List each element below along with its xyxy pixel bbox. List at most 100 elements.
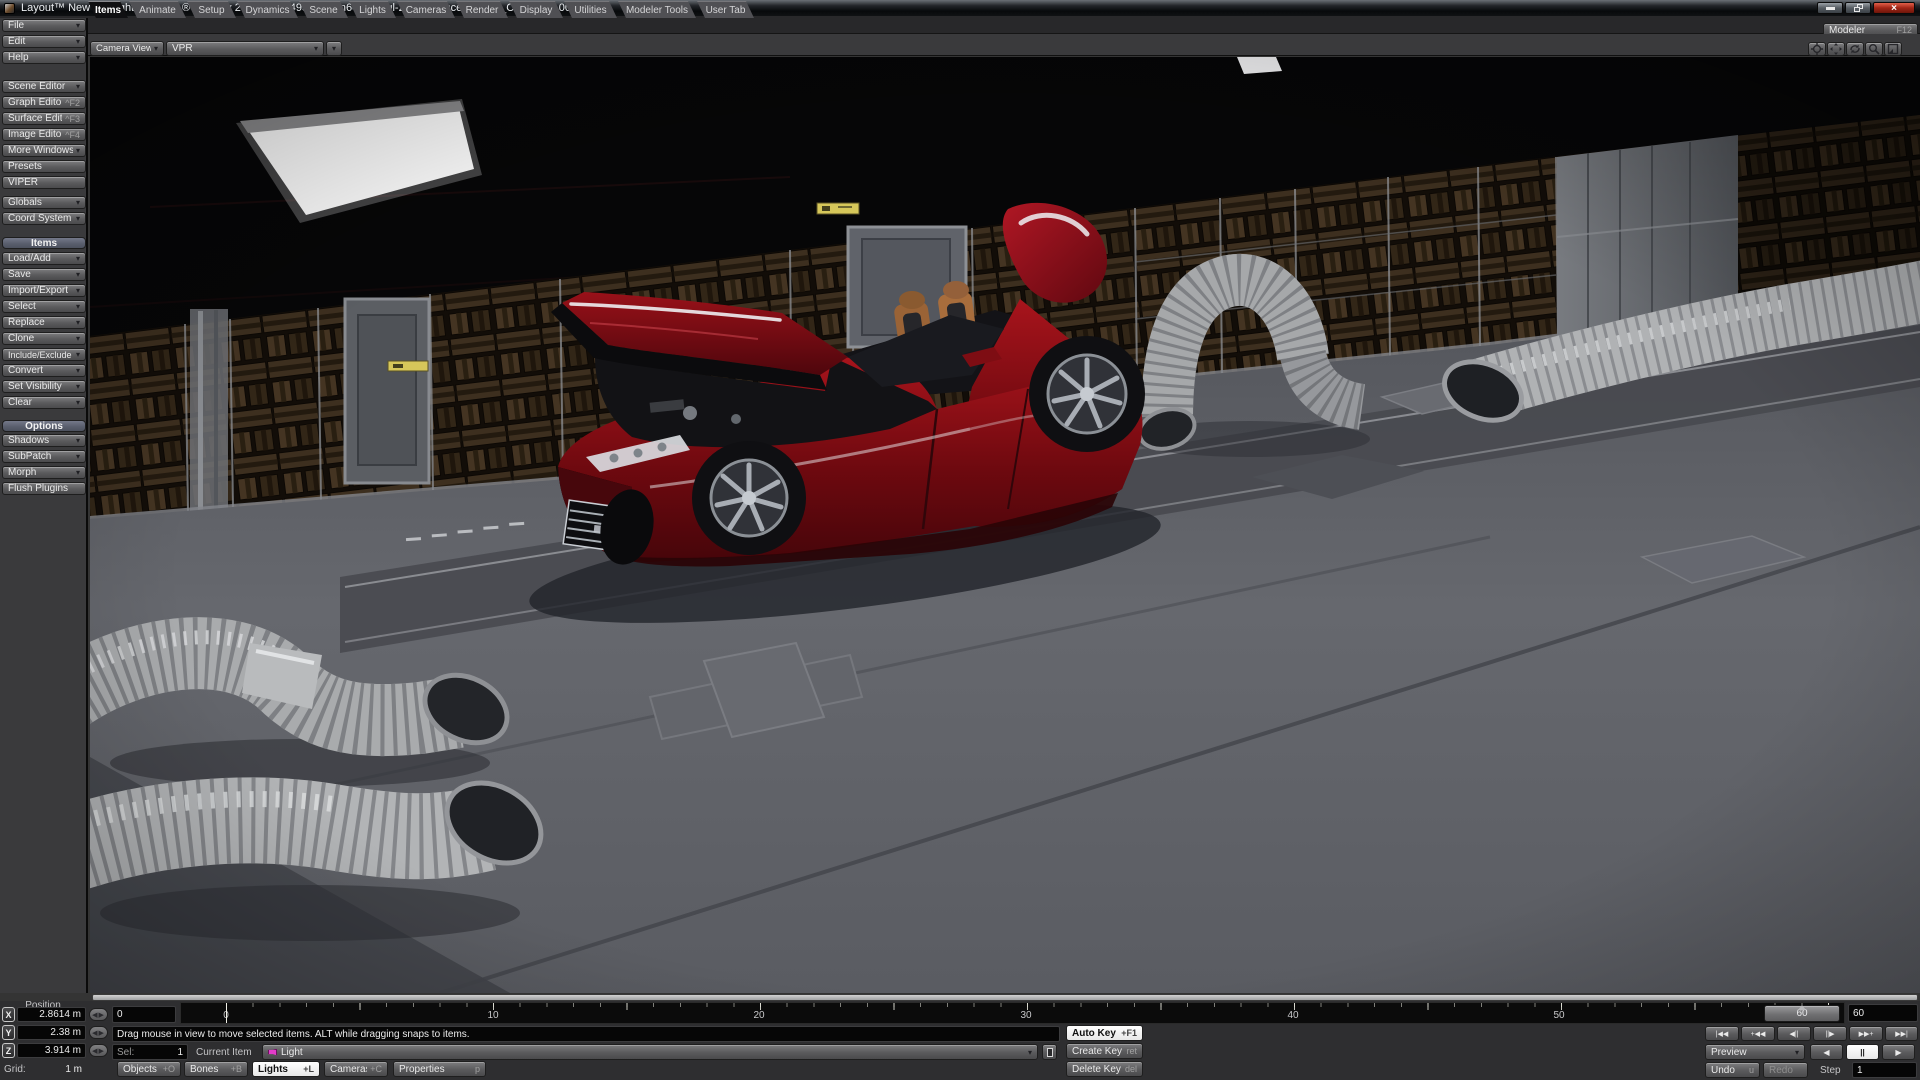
sidebar-item-viper[interactable]: VIPER <box>2 176 86 189</box>
sidebar-item-scene-editor[interactable]: Scene Editor▾ <box>2 80 86 93</box>
restore-button[interactable] <box>1845 2 1871 14</box>
sidebar-item-clear[interactable]: Clear▾ <box>2 396 86 409</box>
sidebar-item-more-windows[interactable]: More Windows▾ <box>2 144 86 157</box>
tick-label: 40 <box>1287 1010 1298 1021</box>
axis-y-button[interactable]: Y <box>2 1025 15 1040</box>
tab-lights[interactable]: Lights <box>349 1 396 18</box>
tick-label: 30 <box>1020 1010 1031 1021</box>
create-key-button[interactable]: Create Keyret <box>1066 1043 1143 1059</box>
step-forward-button[interactable]: ||▶ <box>1813 1026 1847 1041</box>
menu-edit[interactable]: Edit▾ <box>2 35 86 48</box>
play-reverse-button[interactable]: ◀ <box>1810 1044 1843 1060</box>
sidebar-item-include-exclude[interactable]: Include/Exclude▾ <box>2 348 86 361</box>
properties-button[interactable]: Propertiesp <box>393 1061 486 1077</box>
sidebar-item-morph[interactable]: Morph▾ <box>2 466 86 479</box>
crosshair-icon <box>1811 43 1823 55</box>
sidebar-item-surface-editor[interactable]: Surface Editor^F3 <box>2 112 86 125</box>
render-mode-dropdown[interactable]: VPR▾ <box>166 41 324 56</box>
auto-key-button[interactable]: Auto Key+F1 <box>1066 1025 1143 1041</box>
tab-scene[interactable]: Scene <box>299 1 348 18</box>
preview-dropdown[interactable]: Preview▾ <box>1705 1044 1805 1060</box>
tab-user-tab[interactable]: User Tab <box>697 1 754 18</box>
position-z-field[interactable]: 3.914 m <box>17 1043 86 1058</box>
tab-cameras[interactable]: Cameras <box>397 1 455 18</box>
sidebar-item-coord-system[interactable]: Coord System▾ <box>2 212 86 225</box>
sidebar-item-convert[interactable]: Convert▾ <box>2 364 86 377</box>
axis-x-button[interactable]: X <box>2 1007 15 1022</box>
minimize-button[interactable] <box>1817 2 1843 14</box>
zoom-view-button[interactable] <box>1865 42 1883 56</box>
menu-help[interactable]: Help▾ <box>2 51 86 64</box>
sidebar-item-graph-editor[interactable]: Graph Editor^F2 <box>2 96 86 109</box>
lights-mode-button[interactable]: Lights+L <box>252 1061 320 1077</box>
chevron-down-icon: ▾ <box>314 44 318 53</box>
items-section-header: Items <box>2 237 86 249</box>
prev-keyframe-button[interactable]: +◀◀ <box>1741 1026 1775 1041</box>
end-frame-field[interactable]: 60 <box>1848 1004 1918 1022</box>
sidebar-item-globals[interactable]: Globals▾ <box>2 196 86 209</box>
step-field[interactable]: 1 <box>1852 1062 1917 1078</box>
item-properties-mini-button[interactable] <box>1042 1044 1057 1060</box>
chevron-down-icon: ▾ <box>154 44 158 53</box>
tab-dynamics[interactable]: Dynamics <box>237 1 298 18</box>
menu-file[interactable]: File▾ <box>2 19 86 32</box>
delete-key-button[interactable]: Delete Keydel <box>1066 1061 1143 1077</box>
sidebar-item-set-visibility[interactable]: Set Visibility▾ <box>2 380 86 393</box>
axis-z-button[interactable]: Z <box>2 1043 15 1058</box>
chevron-down-icon: ▾ <box>332 44 336 53</box>
sidebar-item-clone[interactable]: Clone▾ <box>2 332 86 345</box>
selection-count-field[interactable]: Sel:1 <box>112 1044 188 1060</box>
play-forward-button[interactable]: ▶ <box>1882 1044 1915 1060</box>
sidebar-item-flush-plugins[interactable]: Flush Plugins <box>2 482 86 495</box>
close-button[interactable]: × <box>1873 2 1915 14</box>
rotate-view-button[interactable] <box>1846 42 1864 56</box>
cameras-mode-button[interactable]: Cameras+C <box>324 1061 388 1077</box>
sidebar-item-import-export[interactable]: Import/Export▾ <box>2 284 86 297</box>
tab-utilities[interactable]: Utilities <box>564 1 617 18</box>
timeline-ruler[interactable]: 0 10 20 30 40 50 60 <box>180 1002 1845 1024</box>
light-item-icon <box>268 1049 277 1056</box>
bones-mode-button[interactable]: Bones+B <box>184 1061 248 1077</box>
sidebar-item-select[interactable]: Select▾ <box>2 300 86 313</box>
step-back-button[interactable]: ◀|| <box>1777 1026 1811 1041</box>
sidebar-item-replace[interactable]: Replace▾ <box>2 316 86 329</box>
sidebar-item-save[interactable]: Save▾ <box>2 268 86 281</box>
sidebar-item-image-editor[interactable]: Image Editor^F4 <box>2 128 86 141</box>
tab-animate[interactable]: Animate <box>129 1 186 18</box>
go-end-button[interactable]: ▶▶| <box>1885 1026 1918 1041</box>
position-y-field[interactable]: 2.38 m <box>17 1025 86 1040</box>
sidebar-item-subpatch[interactable]: SubPatch▾ <box>2 450 86 463</box>
pan-view-button[interactable] <box>1827 42 1845 56</box>
render-options-dropdown[interactable]: ▾ <box>326 41 342 56</box>
view-mode-dropdown[interactable]: Camera View▾ <box>90 41 164 56</box>
redo-button[interactable]: Redo <box>1763 1062 1808 1078</box>
pause-button[interactable]: || <box>1846 1044 1879 1060</box>
vignette <box>90 57 1920 993</box>
frame-slider-handle[interactable]: 60 <box>1764 1005 1840 1022</box>
viewport-scrollbar[interactable] <box>92 994 1918 1001</box>
sidebar-item-shadows[interactable]: Shadows▾ <box>2 434 86 447</box>
z-stepper[interactable]: ◀▶ <box>89 1044 108 1057</box>
minimize-icon <box>1826 7 1835 10</box>
tab-display[interactable]: Display <box>509 1 563 18</box>
next-keyframe-button[interactable]: ▶▶+ <box>1849 1026 1883 1041</box>
center-item-button[interactable] <box>1808 42 1826 56</box>
current-item-dropdown[interactable]: Light ▾ <box>262 1044 1038 1060</box>
undo-button[interactable]: Undou <box>1705 1062 1760 1078</box>
tab-render[interactable]: Render <box>456 1 508 18</box>
go-start-button[interactable]: |◀◀ <box>1705 1026 1739 1041</box>
objects-mode-button[interactable]: Objects+O <box>117 1061 181 1077</box>
sidebar-item-presets[interactable]: Presets <box>2 160 86 173</box>
tab-setup[interactable]: Setup <box>187 1 236 18</box>
rotate-arrows-icon <box>1849 43 1861 55</box>
chevron-down-icon: ▾ <box>1795 1048 1799 1057</box>
sidebar-item-load-add[interactable]: Load/Add▾ <box>2 252 86 265</box>
slider-marker-icon <box>1798 1005 1806 1010</box>
current-frame-field[interactable]: 0 <box>112 1006 176 1023</box>
tab-modeler-tools[interactable]: Modeler Tools <box>618 1 696 18</box>
x-stepper[interactable]: ◀▶ <box>89 1008 108 1021</box>
position-x-field[interactable]: 2.8614 m <box>17 1007 86 1022</box>
fit-view-button[interactable] <box>1884 42 1902 56</box>
viewport-3d[interactable] <box>90 57 1920 993</box>
y-stepper[interactable]: ◀▶ <box>89 1026 108 1039</box>
